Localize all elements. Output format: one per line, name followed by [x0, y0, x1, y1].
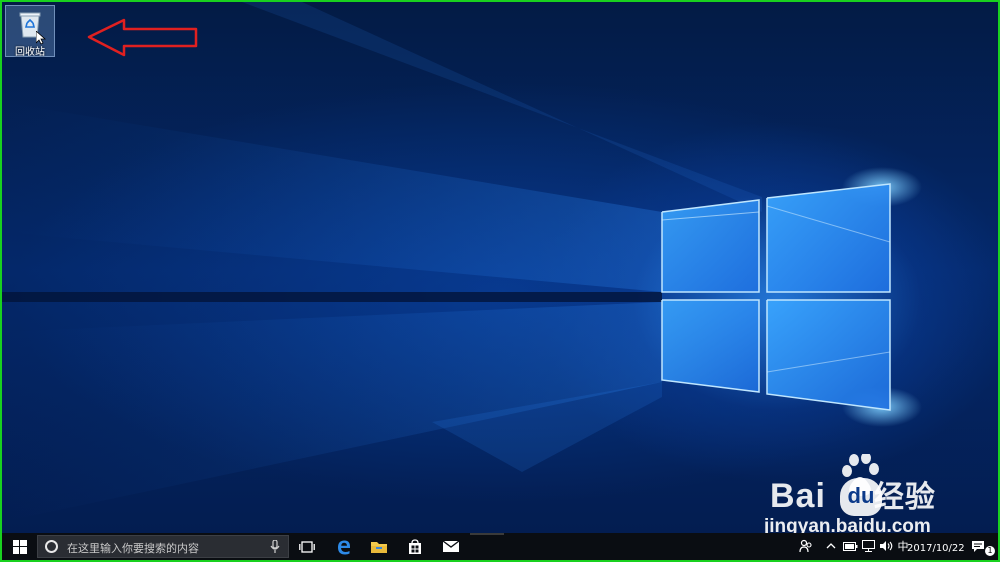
cortana-icon	[45, 540, 58, 553]
show-hidden-icons-button[interactable]	[824, 537, 838, 555]
taskbar-search-box[interactable]: 在这里输入你要搜索的内容	[37, 535, 289, 558]
chevron-up-icon	[826, 543, 836, 549]
search-placeholder: 在这里输入你要搜索的内容	[67, 542, 199, 555]
red-arrow-icon	[87, 18, 198, 57]
battery-icon	[842, 541, 857, 551]
windows-start-icon	[13, 539, 27, 554]
watermark-du-mark: du	[840, 478, 882, 516]
running-app-indicator	[470, 533, 504, 535]
volume-button[interactable]	[878, 537, 894, 555]
store-icon	[409, 538, 421, 554]
mail-icon	[442, 540, 460, 552]
network-button[interactable]	[860, 537, 876, 555]
volume-icon	[880, 541, 893, 551]
watermark-brand-latin: Bai	[770, 477, 826, 515]
edge-icon	[338, 540, 351, 554]
taskbar: 在这里输入你要搜索的内容 中 2017/10/22 1	[2, 533, 998, 560]
people-icon	[799, 539, 812, 553]
battery-button[interactable]	[842, 537, 858, 555]
start-button[interactable]	[4, 533, 36, 560]
task-view-button[interactable]	[290, 533, 324, 560]
file-explorer-button[interactable]	[362, 533, 396, 560]
taskbar-clock-date[interactable]: 2017/10/22	[907, 543, 965, 554]
microphone-icon[interactable]	[270, 540, 280, 554]
recycle-bin-shortcut[interactable]: 回收站	[5, 5, 55, 58]
notification-icon	[972, 540, 984, 552]
people-button[interactable]	[798, 537, 814, 555]
edge-button[interactable]	[327, 533, 361, 560]
task-view-icon	[299, 540, 315, 553]
mouse-cursor-icon	[36, 31, 46, 45]
notification-count-badge: 1	[985, 546, 995, 556]
store-button[interactable]	[398, 533, 432, 560]
screenshot-frame: 回收站 Bai 经验 du jingyan.baidu.com 在这里输入你要搜…	[0, 0, 1000, 562]
watermark-brand-cn: 经验	[873, 481, 936, 514]
file-explorer-icon	[371, 541, 387, 553]
recycle-bin-label: 回收站	[15, 47, 45, 58]
mail-button[interactable]	[434, 533, 468, 560]
network-icon	[861, 540, 875, 552]
